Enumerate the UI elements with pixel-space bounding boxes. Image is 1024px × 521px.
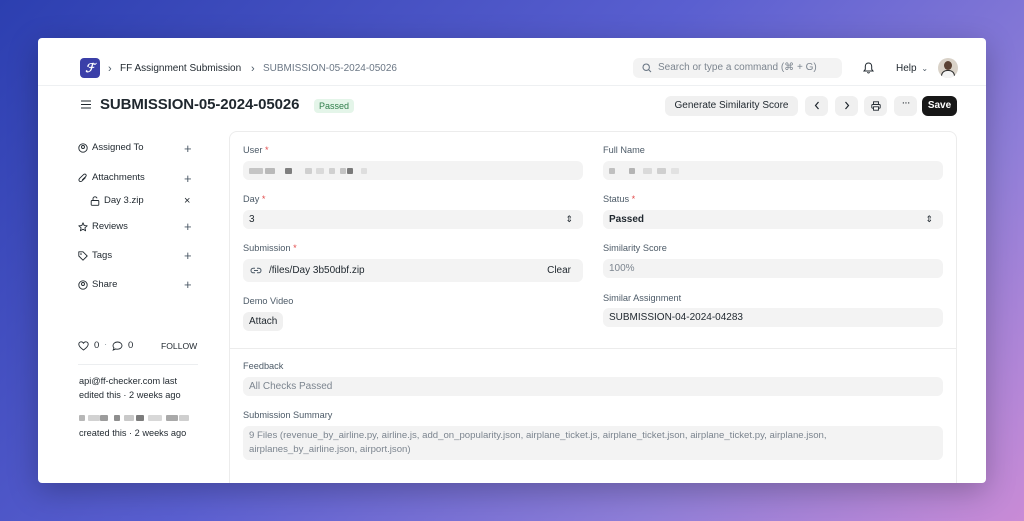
save-button[interactable]: Save [922, 96, 957, 116]
page-title: SUBMISSION-05-2024-05026 [100, 96, 300, 113]
user-field-label: User * [243, 145, 269, 155]
more-actions-button[interactable]: ··· [894, 96, 917, 116]
search-input[interactable]: Search or type a command (⌘ + G) [633, 58, 842, 78]
form-card: User * Full Name Day * 3 ⇕ Status * Pass… [229, 131, 957, 483]
dot-separator: · [104, 339, 108, 350]
remove-attachment-icon[interactable]: × [184, 195, 190, 207]
help-label: Help [896, 63, 917, 74]
share-add-icon[interactable]: + [184, 278, 192, 291]
app-logo[interactable]: ℱ [80, 58, 100, 78]
status-field-label: Status * [603, 194, 636, 204]
star-icon [78, 222, 88, 232]
submission-attachment-field[interactable]: /files/Day 3b50dbf.zip Clear [243, 259, 583, 282]
activity-edited-time: edited this · 2 weeks ago [79, 390, 181, 400]
lock-open-icon [90, 196, 100, 206]
activity-created-time: created this · 2 weeks ago [79, 428, 187, 438]
feedback-label: Feedback [243, 361, 284, 371]
share-user-icon [78, 280, 88, 290]
submission-field-label: Submission * [243, 243, 297, 253]
chevron-right-icon: › [251, 63, 255, 75]
add-tag-icon[interactable]: + [184, 249, 192, 262]
print-button[interactable] [864, 96, 887, 116]
link-icon [250, 267, 262, 274]
likes-count: 0 [94, 340, 100, 351]
sidebar-divider [78, 364, 198, 365]
status-badge: Passed [314, 99, 355, 113]
generate-similarity-score-button[interactable]: Generate Similarity Score [665, 96, 798, 116]
status-value: Passed [609, 214, 645, 225]
paperclip-icon [78, 173, 87, 182]
status-select[interactable]: Passed ⇕ [603, 210, 943, 229]
next-document-button[interactable] [835, 96, 858, 116]
similarity-score-field[interactable]: 100% [603, 259, 943, 278]
breadcrumb-document[interactable]: SUBMISSION-05-2024-05026 [263, 63, 397, 74]
printer-icon [870, 101, 881, 111]
demo-video-label: Demo Video [243, 296, 294, 306]
chevron-right-icon [844, 101, 849, 110]
app-window: ℱ › FF Assignment Submission › SUBMISSIO… [38, 38, 986, 483]
tag-icon [78, 251, 88, 261]
day-select[interactable]: 3 ⇕ [243, 210, 583, 229]
submission-file-link[interactable]: /files/Day 3b50dbf.zip [269, 265, 365, 276]
activity-edited: api@ff-checker.com last [79, 374, 177, 388]
comments-count: 0 [128, 340, 134, 351]
select-arrows-icon: ⇕ [925, 214, 933, 224]
ellipsis-icon: ··· [901, 97, 911, 109]
activity-edited-suffix: last [162, 376, 178, 386]
add-review-icon[interactable]: + [184, 220, 192, 233]
sidebar-toggle-icon[interactable] [81, 100, 91, 109]
comment-icon[interactable] [112, 341, 123, 351]
chevron-down-icon: ⌄ [921, 64, 929, 73]
feedback-field[interactable]: All Checks Passed [243, 377, 943, 396]
user-field[interactable] [243, 161, 583, 180]
select-arrows-icon: ⇕ [565, 214, 573, 224]
full-name-label: Full Name [603, 145, 645, 155]
heart-icon[interactable] [78, 341, 89, 351]
sidebar-item-label: Share [92, 279, 118, 290]
day-value: 3 [249, 214, 255, 225]
sidebar-item-label: Reviews [92, 221, 128, 232]
section-divider [230, 348, 956, 349]
sidebar-item-label: Attachments [92, 172, 145, 183]
sidebar-item-label: Assigned To [92, 142, 144, 153]
add-attachment-icon[interactable]: + [184, 172, 192, 185]
page-head: SUBMISSION-05-2024-05026 Passed Generate… [38, 90, 986, 120]
similarity-score-label: Similarity Score [603, 243, 667, 253]
submission-summary-field[interactable]: 9 Files (revenue_by_airline.py, airline.… [243, 426, 943, 460]
chevron-left-icon [814, 101, 819, 110]
activity-editor-email[interactable]: api@ff-checker.com [79, 376, 160, 386]
search-icon [642, 63, 652, 73]
full-name-field[interactable] [603, 161, 943, 180]
breadcrumb-doctype[interactable]: FF Assignment Submission [120, 63, 241, 74]
user-add-icon [78, 143, 88, 153]
chevron-right-icon: › [108, 63, 112, 75]
help-dropdown[interactable]: Help ⌄ [896, 63, 928, 74]
user-avatar[interactable] [938, 58, 958, 78]
search-placeholder: Search or type a command (⌘ + G) [658, 62, 817, 73]
similar-assignment-field[interactable]: SUBMISSION-04-2024-04283 [603, 308, 943, 327]
previous-document-button[interactable] [805, 96, 828, 116]
top-navbar: ℱ › FF Assignment Submission › SUBMISSIO… [38, 38, 986, 86]
sidebar-item-label: Tags [92, 250, 113, 261]
clear-attachment-button[interactable]: Clear [547, 259, 571, 282]
attach-button[interactable]: Attach [243, 312, 284, 331]
attachment-file-name: Day 3.zip [104, 195, 144, 206]
bell-icon[interactable] [863, 62, 874, 74]
follow-button[interactable]: FOLLOW [161, 341, 197, 351]
submission-summary-label: Submission Summary [243, 410, 333, 420]
similar-assignment-label: Similar Assignment [603, 293, 682, 303]
day-field-label: Day * [243, 194, 266, 204]
add-assignee-icon[interactable]: + [184, 142, 192, 155]
